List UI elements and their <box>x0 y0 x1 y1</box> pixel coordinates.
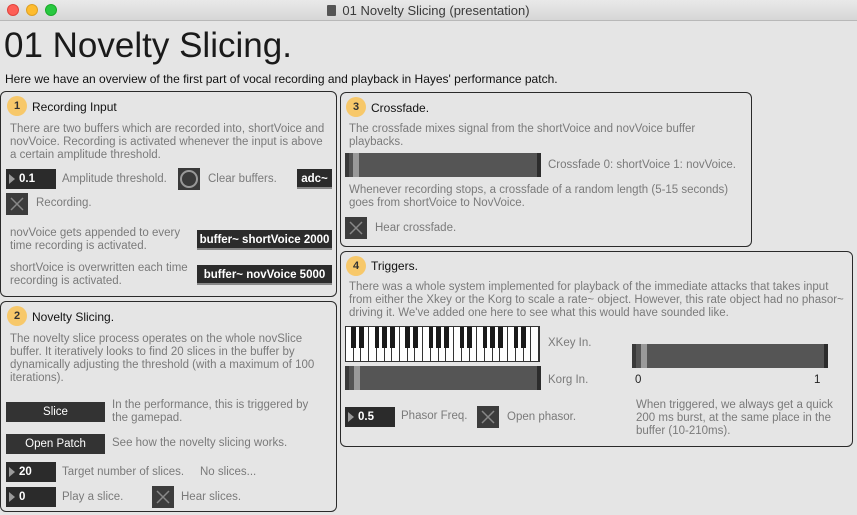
crossfade-recording-description: Whenever recording stops, a crossfade of… <box>349 184 729 209</box>
recording-toggle[interactable] <box>6 193 28 215</box>
page-subtitle: Here we have an overview of the first pa… <box>5 72 558 86</box>
novvoice-description: novVoice gets appended to every time rec… <box>10 227 181 252</box>
x-toggle-icon <box>156 490 170 504</box>
triangle-right-icon <box>348 412 354 422</box>
xkey-label: XKey In. <box>548 337 592 349</box>
black-key[interactable] <box>390 327 395 348</box>
phasor-freq-label: Phasor Freq. <box>401 410 468 422</box>
open-patch-description: See how the novelty slicing works. <box>112 437 288 449</box>
step-1-badge: 1 <box>7 96 27 116</box>
korg-label: Korg In. <box>548 374 589 386</box>
amplitude-threshold-value: 0.1 <box>19 173 35 185</box>
black-key[interactable] <box>482 327 488 348</box>
triggers-title: Triggers. <box>371 259 418 273</box>
page-title: 01 Novelty Slicing. <box>4 26 292 65</box>
black-key[interactable] <box>498 327 503 348</box>
black-key[interactable] <box>405 327 411 348</box>
clear-buffers-label: Clear buffers. <box>208 173 277 185</box>
triggers-description: There was a whole system implemented for… <box>349 281 844 319</box>
hear-crossfade-label: Hear crossfade. <box>375 222 457 234</box>
xkey-keyboard-slider[interactable] <box>345 326 540 362</box>
black-key[interactable] <box>351 327 356 348</box>
buffer-novvoice-object[interactable]: buffer~ novVoice 5000 <box>197 265 332 285</box>
black-key[interactable] <box>374 327 380 348</box>
crossfade-title: Crossfade. <box>371 101 430 115</box>
black-key[interactable] <box>490 327 495 348</box>
x-toggle-icon <box>10 197 24 211</box>
black-key[interactable] <box>413 327 418 348</box>
black-key[interactable] <box>459 327 465 348</box>
black-key[interactable] <box>521 327 526 348</box>
window-titlebar: 01 Novelty Slicing (presentation) <box>0 0 857 21</box>
x-toggle-icon <box>481 410 495 424</box>
slice-description: In the performance, this is triggered by… <box>112 399 309 424</box>
open-patch-button[interactable]: Open Patch <box>6 434 105 454</box>
korg-slider[interactable] <box>345 366 541 390</box>
recording-label: Recording. <box>36 197 92 209</box>
open-phasor-toggle[interactable] <box>477 406 499 428</box>
black-key[interactable] <box>444 327 449 348</box>
phasor-freq-value: 0.5 <box>358 411 374 423</box>
play-slice-numbox[interactable]: 0 <box>6 487 56 507</box>
slice-button[interactable]: Slice <box>6 402 105 422</box>
step-4-badge: 4 <box>346 256 366 276</box>
x-toggle-icon <box>349 221 363 235</box>
target-slices-numbox[interactable]: 20 <box>6 462 56 482</box>
window-title: 01 Novelty Slicing (presentation) <box>0 3 857 18</box>
amplitude-threshold-numbox[interactable]: 0.1 <box>6 169 56 189</box>
crossfade-slider[interactable] <box>345 153 541 177</box>
rate-range-slider[interactable] <box>632 344 828 368</box>
novelty-slicing-description: The novelty slice process operates on th… <box>10 333 315 384</box>
black-key[interactable] <box>428 327 434 348</box>
crossfade-slider-label: Crossfade 0: shortVoice 1: novVoice. <box>548 159 736 171</box>
crossfade-slider-knob[interactable] <box>352 153 359 177</box>
shortvoice-description: shortVoice is overwritten each time reco… <box>10 262 188 287</box>
bang-circle-icon <box>180 170 198 188</box>
triangle-right-icon <box>9 492 15 502</box>
trigger-burst-description: When triggered, we always get a quick 20… <box>636 399 833 437</box>
crossfade-description: The crossfade mixes signal from the shor… <box>349 123 696 148</box>
play-slice-label: Play a slice. <box>62 491 124 503</box>
hear-slices-toggle[interactable] <box>152 486 174 508</box>
range-max-label: 1 <box>814 374 821 386</box>
novelty-slicing-title: Novelty Slicing. <box>32 310 115 324</box>
slice-status-text: No slices... <box>200 466 257 478</box>
white-key[interactable] <box>531 327 539 361</box>
rate-range-slider-knob[interactable] <box>641 344 648 368</box>
step-2-badge: 2 <box>7 306 27 326</box>
phasor-freq-numbox[interactable]: 0.5 <box>345 407 395 427</box>
buffer-shortvoice-object[interactable]: buffer~ shortVoice 2000 <box>197 230 332 250</box>
step-3-badge: 3 <box>346 97 366 117</box>
triangle-right-icon <box>9 467 15 477</box>
target-slices-value: 20 <box>19 466 32 478</box>
black-key[interactable] <box>436 327 441 348</box>
black-key[interactable] <box>382 327 387 348</box>
korg-slider-knob[interactable] <box>354 366 361 390</box>
play-slice-value: 0 <box>19 491 26 503</box>
recording-input-description: There are two buffers which are recorded… <box>10 123 325 161</box>
recording-input-title: Recording Input <box>32 100 117 114</box>
document-icon <box>327 5 337 16</box>
clear-buffers-bang[interactable] <box>178 168 200 190</box>
window-title-text: 01 Novelty Slicing (presentation) <box>342 3 530 18</box>
range-min-label: 0 <box>635 374 642 386</box>
hear-crossfade-toggle[interactable] <box>345 217 367 239</box>
black-key[interactable] <box>359 327 364 348</box>
amplitude-threshold-label: Amplitude threshold. <box>62 173 167 185</box>
black-key[interactable] <box>513 327 519 348</box>
black-key[interactable] <box>467 327 472 348</box>
adc-object[interactable]: adc~ <box>297 169 332 189</box>
triangle-right-icon <box>9 174 15 184</box>
open-phasor-label: Open phasor. <box>507 411 577 423</box>
hear-slices-label: Hear slices. <box>181 491 242 503</box>
target-slices-label: Target number of slices. <box>62 466 185 478</box>
